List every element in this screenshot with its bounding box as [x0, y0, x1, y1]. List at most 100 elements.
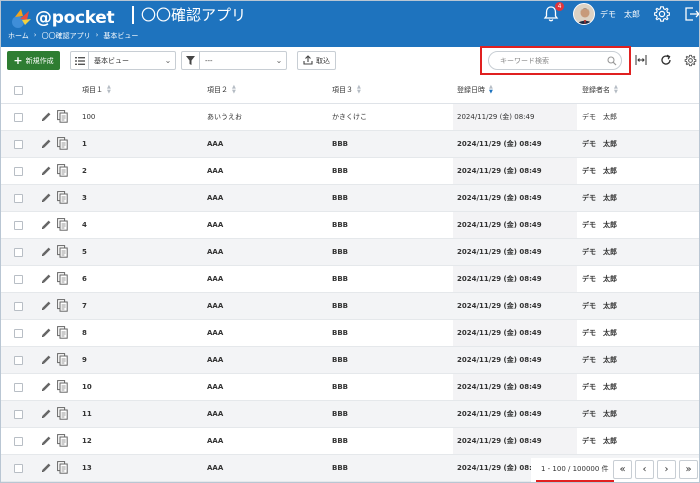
breadcrumb-app[interactable]: 〇〇確認アプリ: [42, 31, 91, 41]
table-row[interactable]: 7 AAA BBB 2024/11/29 (金) 08:49 デモ 太郎: [1, 293, 699, 320]
pencil-icon[interactable]: [40, 408, 52, 420]
copy-icon[interactable]: [57, 407, 68, 420]
pencil-icon[interactable]: [40, 462, 52, 474]
new-record-button[interactable]: + 新規作成: [7, 51, 60, 70]
table-row[interactable]: 4 AAA BBB 2024/11/29 (金) 08:49 デモ 太郎: [1, 212, 699, 239]
table-row[interactable]: 12 AAA BBB 2024/11/29 (金) 08:49 デモ 太郎: [1, 428, 699, 455]
select-all-checkbox[interactable]: [14, 85, 23, 95]
row-checkbox[interactable]: [14, 329, 23, 338]
table-cell: AAA: [207, 248, 224, 256]
row-checkbox[interactable]: [14, 194, 23, 203]
pencil-icon[interactable]: [40, 354, 52, 366]
row-checkbox[interactable]: [14, 275, 23, 284]
table-cell: 2024/11/29 (金) 08:49: [457, 437, 542, 445]
table-cell: 8: [82, 329, 87, 337]
search-input[interactable]: キーワード検索: [488, 51, 622, 70]
table-cell: AAA: [207, 275, 224, 283]
copy-icon[interactable]: [57, 380, 68, 393]
gear-icon[interactable]: [653, 5, 671, 23]
copy-icon[interactable]: [57, 461, 68, 474]
pencil-icon[interactable]: [40, 381, 52, 393]
pencil-icon[interactable]: [40, 138, 52, 150]
pencil-icon[interactable]: [40, 246, 52, 258]
pencil-icon[interactable]: [40, 273, 52, 285]
row-checkbox[interactable]: [14, 410, 23, 419]
row-checkbox[interactable]: [14, 248, 23, 257]
table-row[interactable]: 6 AAA BBB 2024/11/29 (金) 08:49 デモ 太郎: [1, 266, 699, 293]
first-page-button[interactable]: «: [613, 460, 632, 479]
table-cell: かきくけこ: [332, 113, 367, 121]
row-checkbox[interactable]: [14, 221, 23, 230]
copy-icon[interactable]: [57, 110, 68, 123]
pencil-icon[interactable]: [40, 327, 52, 339]
copy-icon[interactable]: [57, 191, 68, 204]
pencil-icon[interactable]: [40, 219, 52, 231]
table-row[interactable]: 8 AAA BBB 2024/11/29 (金) 08:49 デモ 太郎: [1, 320, 699, 347]
next-page-button[interactable]: ›: [657, 460, 676, 479]
search-icon[interactable]: [603, 54, 621, 68]
logout-icon[interactable]: [684, 5, 699, 23]
row-checkbox[interactable]: [14, 383, 23, 392]
column-header-item1[interactable]: 項目１ ▲ ▼: [82, 77, 111, 103]
row-checkbox[interactable]: [14, 140, 23, 149]
table-cell: BBB: [332, 383, 349, 391]
app-logo[interactable]: @pocket: [9, 5, 115, 31]
table-body: 100 あいうえお かきくけこ 2024/11/29 (金) 08:49 デモ 太郎 1 A…: [1, 104, 699, 482]
row-checkbox[interactable]: [14, 302, 23, 311]
column-header-item3[interactable]: 項目３ ▲ ▼: [332, 77, 361, 103]
column-header-registered-at[interactable]: 登録日時 ▲ ▼: [457, 77, 493, 103]
refresh-icon[interactable]: [659, 53, 673, 67]
copy-icon[interactable]: [57, 326, 68, 339]
pencil-icon[interactable]: [40, 435, 52, 447]
row-checkbox[interactable]: [14, 356, 23, 365]
last-page-button[interactable]: »: [679, 460, 698, 479]
column-width-icon[interactable]: [634, 53, 648, 67]
copy-icon[interactable]: [57, 353, 68, 366]
pencil-icon[interactable]: [40, 300, 52, 312]
column-header-item2[interactable]: 項目２ ▲ ▼: [207, 77, 236, 103]
row-checkbox[interactable]: [14, 437, 23, 446]
table-row[interactable]: 10 AAA BBB 2024/11/29 (金) 08:49 デモ 太郎: [1, 374, 699, 401]
table-row[interactable]: 9 AAA BBB 2024/11/29 (金) 08:49 デモ 太郎: [1, 347, 699, 374]
copy-icon[interactable]: [57, 434, 68, 447]
copy-icon[interactable]: [57, 245, 68, 258]
table-cell: 12: [82, 437, 92, 445]
table-cell: デモ 太郎: [582, 194, 617, 202]
breadcrumb-home[interactable]: ホーム: [8, 31, 29, 41]
view-select[interactable]: 基本ビュー ⌄: [70, 51, 176, 70]
table-cell: 2024/11/29 (金) 08:49: [457, 194, 542, 202]
title-divider: [132, 6, 134, 24]
table-cell: 5: [82, 248, 87, 256]
avatar[interactable]: [573, 3, 595, 25]
table-row[interactable]: 5 AAA BBB 2024/11/29 (金) 08:49 デモ 太郎: [1, 239, 699, 266]
pencil-icon[interactable]: [40, 165, 52, 177]
sort-icon: ▲ ▼: [614, 84, 618, 95]
row-checkbox[interactable]: [14, 464, 23, 473]
table-row[interactable]: 3 AAA BBB 2024/11/29 (金) 08:49 デモ 太郎: [1, 185, 699, 212]
copy-icon[interactable]: [57, 272, 68, 285]
table-row[interactable]: 2 AAA BBB 2024/11/29 (金) 08:49 デモ 太郎: [1, 158, 699, 185]
table-cell: BBB: [332, 302, 349, 310]
table-row[interactable]: 11 AAA BBB 2024/11/29 (金) 08:49 デモ 太郎: [1, 401, 699, 428]
table-cell: デモ 太郎: [582, 437, 617, 445]
pencil-icon[interactable]: [40, 111, 52, 123]
table-cell: 2024/11/29 (金) 08:49: [457, 464, 542, 472]
copy-icon[interactable]: [57, 164, 68, 177]
copy-icon[interactable]: [57, 137, 68, 150]
import-button[interactable]: 取込: [297, 51, 336, 70]
pencil-icon[interactable]: [40, 192, 52, 204]
filter-select[interactable]: --- ⌄: [181, 51, 287, 70]
prev-page-button[interactable]: ‹: [635, 460, 654, 479]
table-cell: 2024/11/29 (金) 08:49: [457, 329, 542, 337]
table-row[interactable]: 1 AAA BBB 2024/11/29 (金) 08:49 デモ 太郎: [1, 131, 699, 158]
copy-icon[interactable]: [57, 218, 68, 231]
column-header-registered-by[interactable]: 登録者名 ▲ ▼: [582, 77, 618, 103]
row-checkbox[interactable]: [14, 167, 23, 176]
chevron-down-icon: ⌄: [164, 56, 172, 65]
table-row[interactable]: 100 あいうえお かきくけこ 2024/11/29 (金) 08:49 デモ 太郎: [1, 104, 699, 131]
copy-icon[interactable]: [57, 299, 68, 312]
table-cell: 100: [82, 113, 96, 121]
user-name[interactable]: デモ 太郎: [600, 9, 640, 20]
settings-icon[interactable]: [683, 53, 697, 67]
row-checkbox[interactable]: [14, 113, 23, 122]
